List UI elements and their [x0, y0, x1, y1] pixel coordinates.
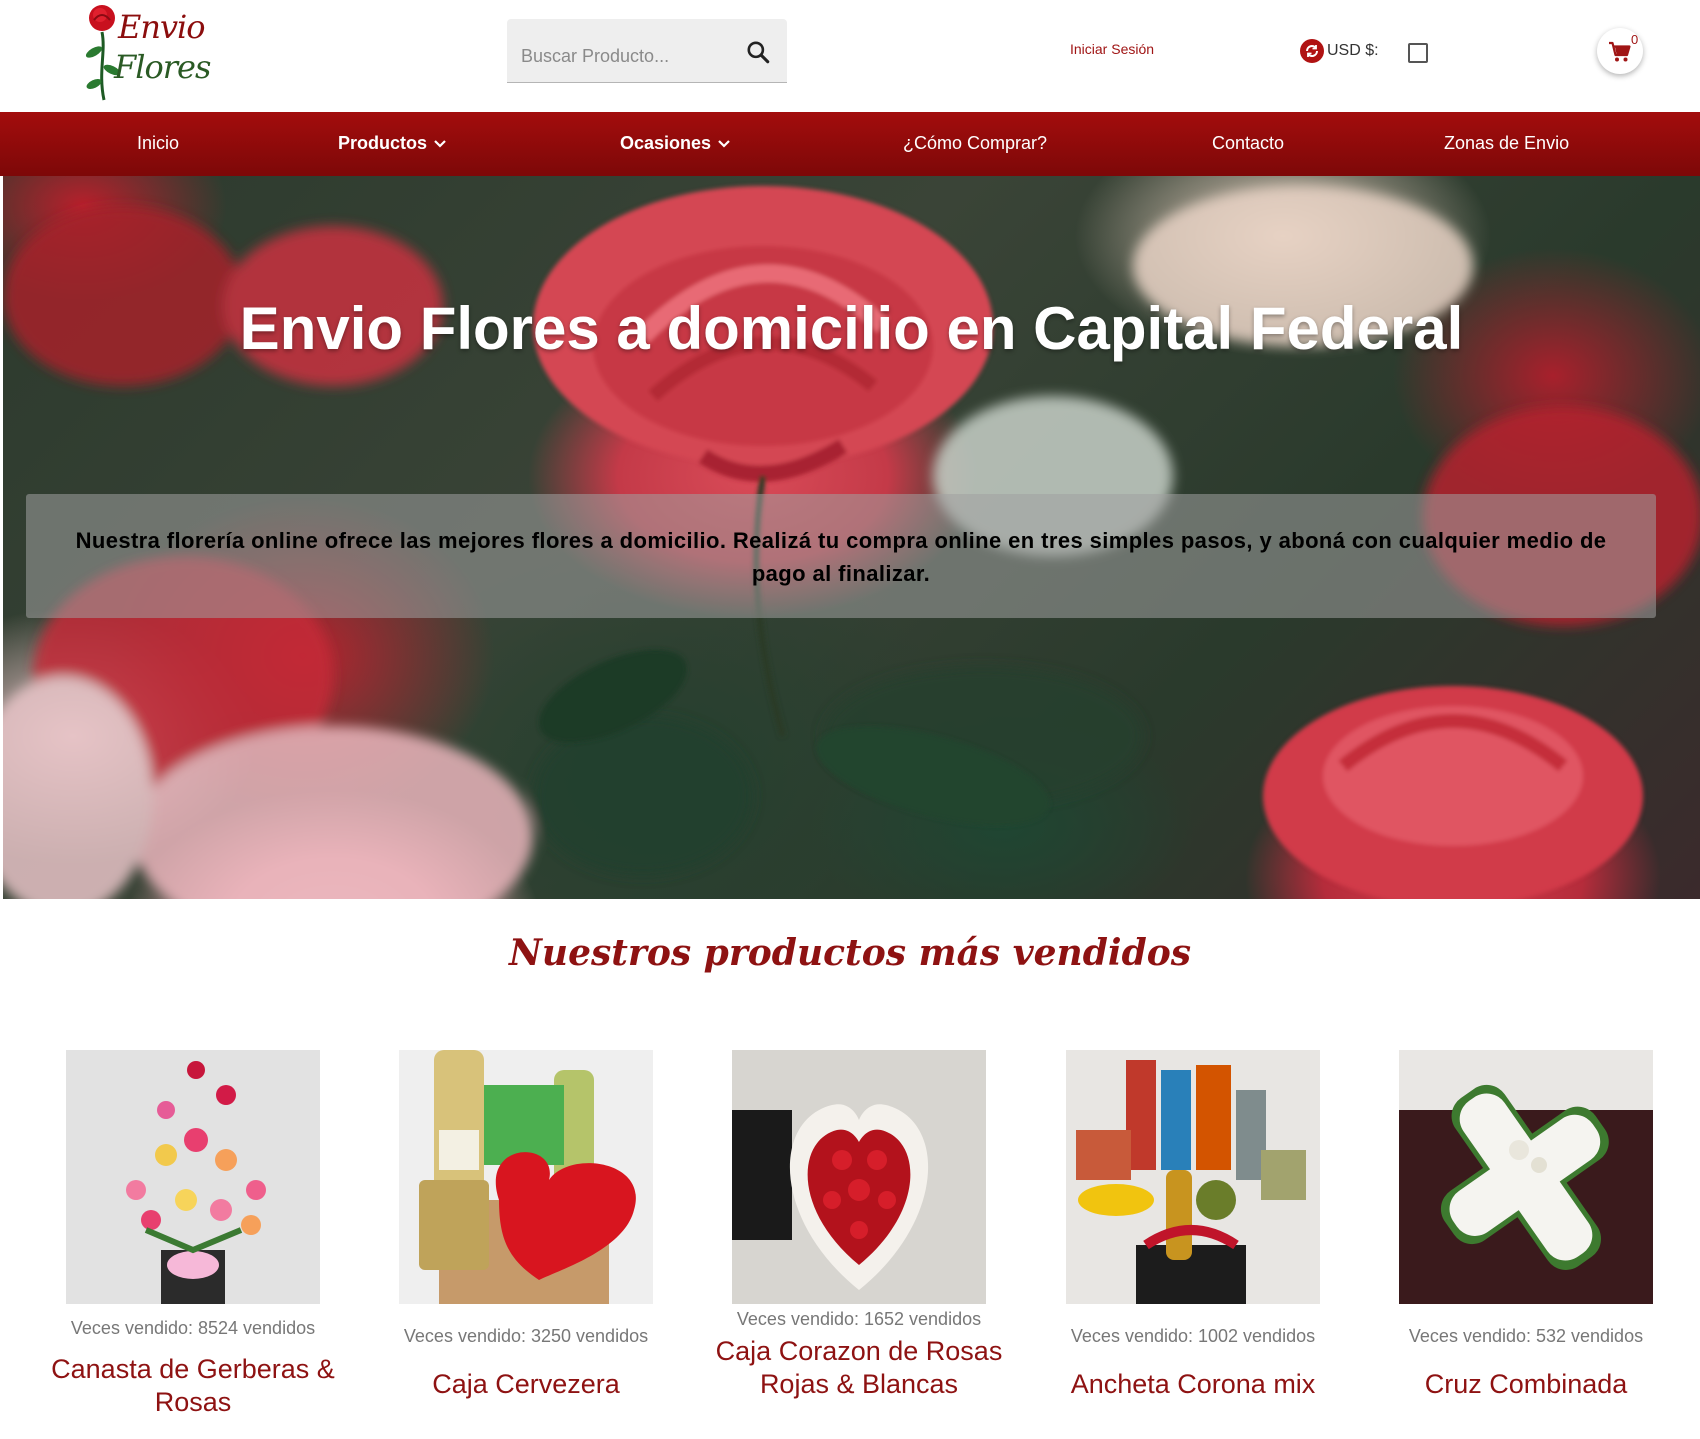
hero-description: Nuestra florería online ofrece las mejor… [75, 528, 1607, 586]
search-box [507, 19, 787, 83]
nav-item-label: Ocasiones [620, 133, 712, 153]
product-photo [732, 1050, 986, 1304]
nav-item-inicio[interactable]: Inicio [137, 133, 179, 154]
hero-title: Envio Flores a domicilio en Capital Fede… [239, 295, 1464, 362]
cart-count-badge: 0 [1631, 32, 1639, 47]
product-name[interactable]: Ancheta Corona mix [1046, 1368, 1340, 1401]
product-image-caja-cervezera[interactable] [399, 1050, 653, 1304]
main-nav: Inicio Productos Ocasiones ¿Cómo Comprar… [0, 112, 1700, 176]
product-photo [66, 1050, 320, 1304]
nav-item-ocasiones[interactable]: Ocasiones [620, 133, 731, 154]
nav-item-contacto[interactable]: Contacto [1212, 133, 1284, 154]
nav-item-productos[interactable]: Productos [338, 133, 447, 154]
product-image-caja-corazon[interactable] [732, 1050, 986, 1304]
site-header: Envio Flores Iniciar Sesión USD $: 0 [0, 0, 1700, 112]
cart-button[interactable]: 0 [1597, 28, 1643, 74]
nav-item-label: Inicio [137, 133, 180, 153]
search-icon[interactable] [745, 39, 771, 65]
currency-label: USD $: [1327, 42, 1379, 59]
chevron-down-icon [718, 139, 730, 148]
product-photo [1066, 1050, 1320, 1304]
product-image-cruz-combinada[interactable] [1399, 1050, 1653, 1304]
product-name[interactable]: Caja Corazon de Rosas Rojas & Blancas [712, 1335, 1006, 1401]
login-link[interactable]: Iniciar Sesión [1070, 41, 1154, 57]
product-name[interactable]: Canasta de Gerberas & Rosas [46, 1353, 340, 1419]
product-image-ancheta-corona[interactable] [1066, 1050, 1320, 1304]
site-logo[interactable]: Envio Flores [84, 2, 216, 102]
product-photo [399, 1050, 653, 1304]
logo-text-flores: Flores [114, 48, 211, 86]
bestsellers-title: Nuestros productos más vendidos [508, 932, 1192, 974]
product-sold-count: Veces vendido: 1652 vendidos [736, 1309, 982, 1329]
product-photo [1399, 1050, 1653, 1304]
chevron-down-icon [434, 139, 446, 148]
product-sold-count: Veces vendido: 8524 vendidos [70, 1318, 316, 1338]
nav-item-label: Zonas de Envio [1444, 133, 1570, 153]
nav-item-label: ¿Cómo Comprar? [903, 133, 1048, 153]
currency-selector[interactable]: USD $: [1300, 38, 1428, 64]
product-image-gerberas[interactable] [66, 1050, 320, 1304]
nav-item-como-comprar[interactable]: ¿Cómo Comprar? [903, 133, 1047, 154]
hero-banner: Envio Flores a domicilio en Capital Fede… [3, 176, 1700, 899]
hero-info-box: Nuestra florería online ofrece las mejor… [26, 494, 1656, 618]
product-sold-count: Veces vendido: 1002 vendidos [1070, 1326, 1316, 1346]
product-sold-count: Veces vendido: 3250 vendidos [403, 1326, 649, 1346]
nav-item-zonas-de-envio[interactable]: Zonas de Envio [1444, 133, 1569, 154]
product-sold-count: Veces vendido: 532 vendidos [1408, 1326, 1644, 1346]
cart-icon [1609, 41, 1631, 62]
nav-item-label: Contacto [1212, 133, 1285, 153]
logo-text-envio: Envio [118, 8, 206, 46]
currency-checkbox[interactable] [1408, 43, 1428, 63]
currency-exchange-icon [1300, 39, 1324, 63]
search-input[interactable] [521, 43, 731, 69]
product-name[interactable]: Cruz Combinada [1379, 1368, 1673, 1401]
nav-item-label: Productos [338, 133, 428, 153]
product-name[interactable]: Caja Cervezera [379, 1368, 673, 1401]
